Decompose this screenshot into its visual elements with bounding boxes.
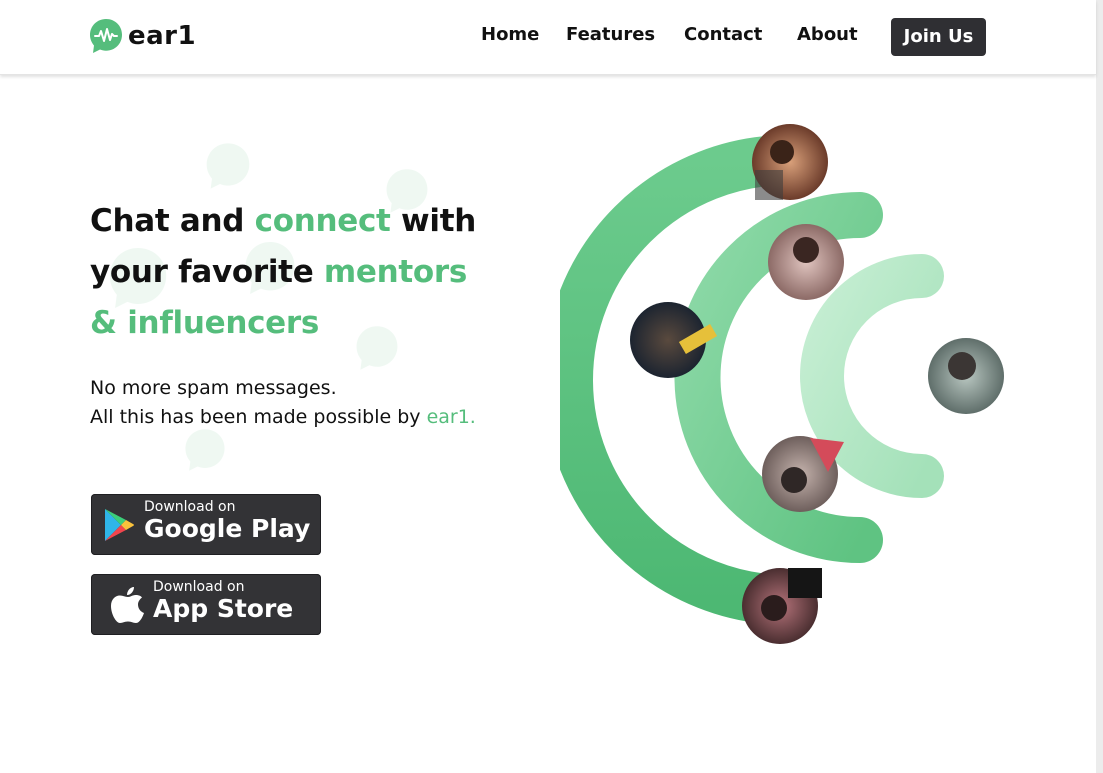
store-caption: Download on [153,579,245,595]
nav-home-link[interactable]: Home [481,24,539,45]
headline-text: your favorite [90,254,324,290]
bubble-decoration-icon [206,143,250,189]
brand-name: ear1 [128,21,197,51]
headline-text: with [390,203,477,239]
site-header: ear1 Home Features Contact About Join Us [0,0,1096,75]
apple-icon [111,587,144,623]
avatar-right [928,338,1004,414]
hero-subtext: No more spam messages. All this has been… [90,374,476,432]
hero-headline: Chat and connect with your favorite ment… [90,196,476,349]
signal-illustration [560,124,1004,644]
brand-logo[interactable]: ear1 [89,18,196,54]
headline-highlight: mentors [323,254,468,290]
app-store-button[interactable]: Download on App Store [91,574,321,635]
headline-highlight: connect [254,203,391,239]
subtext-line: All this has been made possible by [90,406,427,428]
headline-highlight: & influencers [90,305,320,341]
scrollbar-track[interactable] [1096,0,1103,773]
google-play-icon [105,509,134,541]
headline-text: Chat and [90,203,255,239]
bubble-decoration-icon [185,429,225,471]
avatar-lower [762,436,844,512]
store-name: Google Play [144,514,311,543]
avatar-top [752,124,828,200]
avatar-bottom [742,568,822,644]
nav-features-link[interactable]: Features [566,24,655,45]
store-caption: Download on [144,499,236,515]
nav-contact-link[interactable]: Contact [684,24,762,45]
subtext-line: No more spam messages. [90,377,337,399]
nav-about-link[interactable]: About [797,24,858,45]
chat-bubble-waveform-icon [90,19,122,53]
join-us-button[interactable]: Join Us [891,18,986,56]
store-name: App Store [153,594,294,623]
brand-mention: ear1. [426,406,476,428]
google-play-button[interactable]: Download on Google Play [91,494,321,555]
avatar-second [768,224,844,300]
